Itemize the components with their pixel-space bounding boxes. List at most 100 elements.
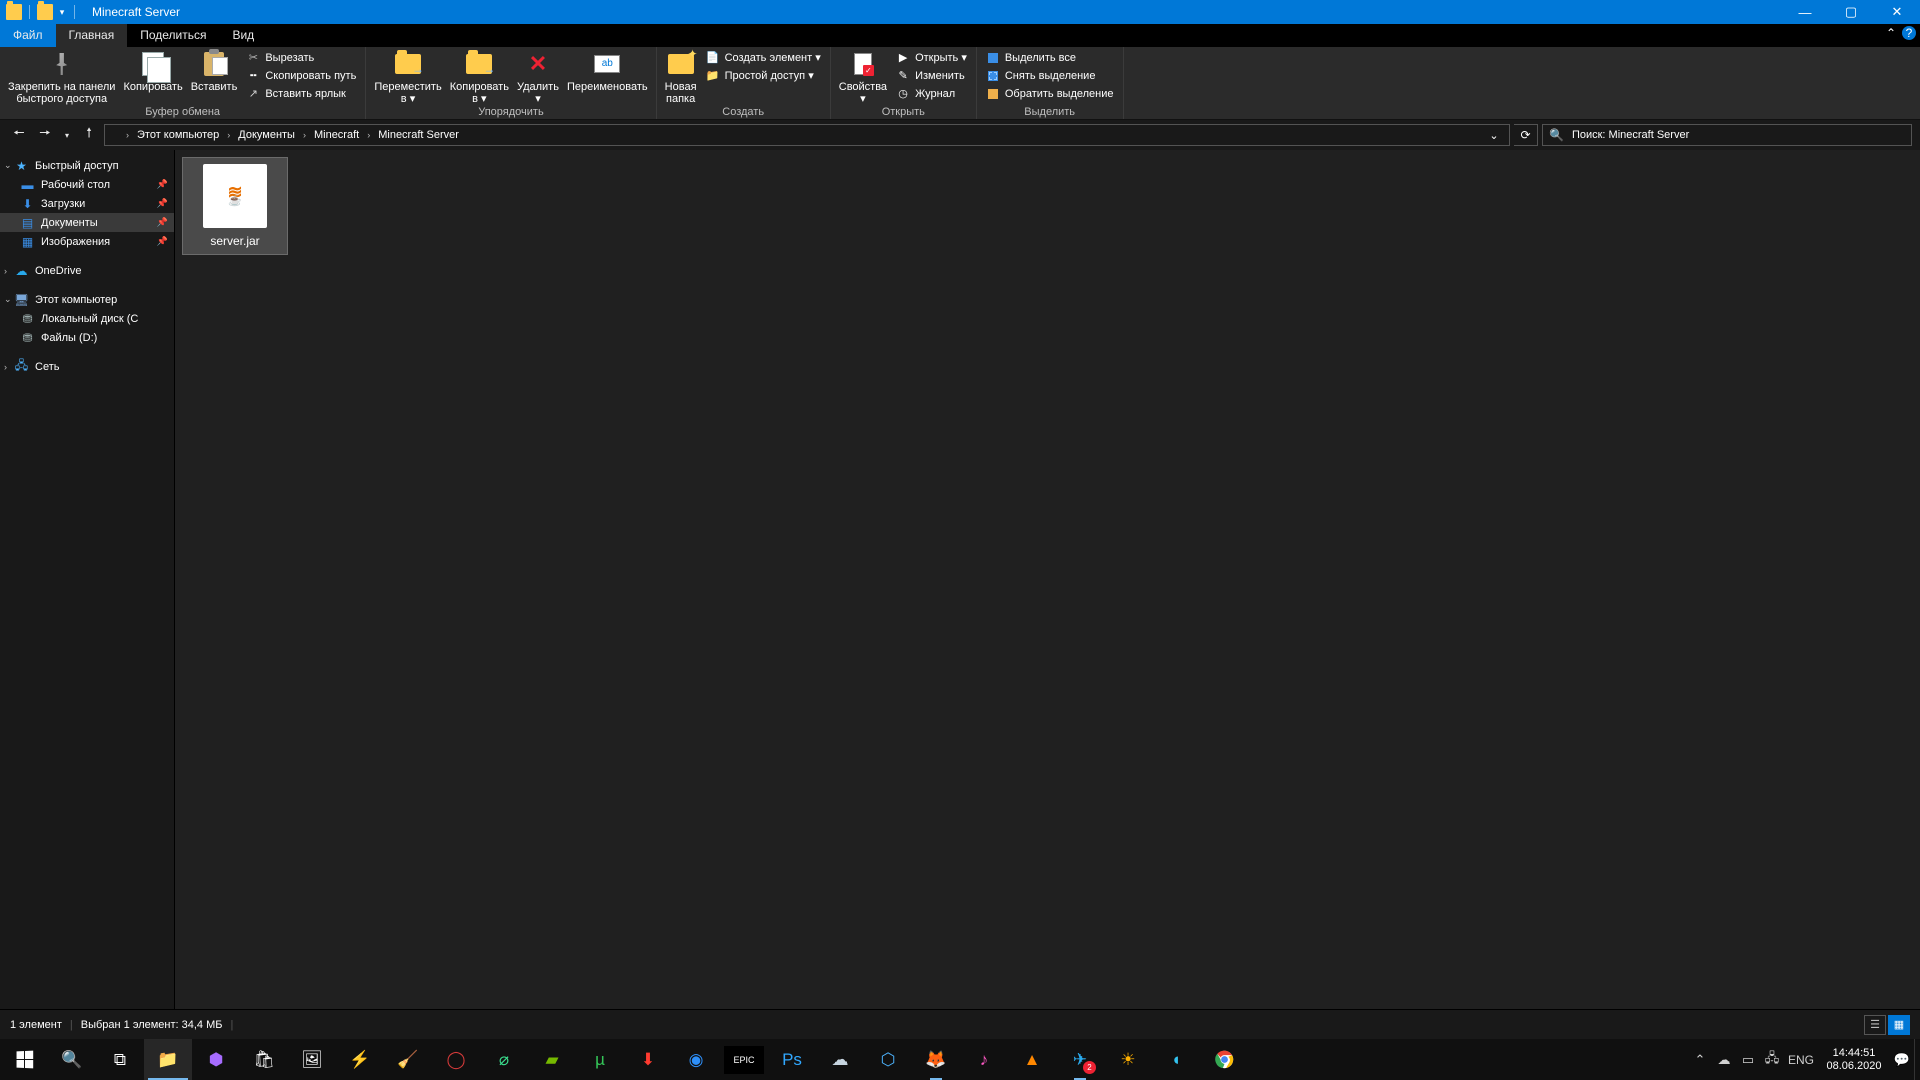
taskbar-app[interactable]: µ xyxy=(576,1039,624,1080)
newfolder-button[interactable]: Новая папка xyxy=(661,48,701,105)
selectnone-button[interactable]: Снять выделение xyxy=(981,67,1119,84)
breadcrumb-segment[interactable]: Этот компьютер xyxy=(132,125,224,145)
ribbon-collapse-icon[interactable]: ⌃ xyxy=(1886,26,1896,40)
copyto-button[interactable]: Копировать в ▾ xyxy=(446,48,513,105)
pastelink-button[interactable]: ↗Вставить ярлык xyxy=(241,85,361,102)
view-details-button[interactable]: ☰ xyxy=(1864,1015,1886,1035)
open-button[interactable]: ▶Открыть ▾ xyxy=(891,49,972,66)
taskbar-app[interactable]: ◉ xyxy=(672,1039,720,1080)
nav-back-button[interactable]: 🠔 xyxy=(8,124,30,146)
nav-recent-button[interactable]: ▾ xyxy=(60,124,74,146)
taskbar-steam[interactable]: ☁ xyxy=(816,1039,864,1080)
tab-file[interactable]: Файл xyxy=(0,24,56,47)
delete-button[interactable]: ✕Удалить ▾ xyxy=(513,48,563,105)
tree-disk-d[interactable]: ⛃Файлы (D:) xyxy=(0,328,174,347)
moveto-button[interactable]: Переместить в ▾ xyxy=(370,48,445,105)
tree-pictures[interactable]: ▦Изображения📌 xyxy=(0,232,174,251)
pin-quickaccess-button[interactable]: Закрепить на панели быстрого доступа xyxy=(4,48,119,105)
taskbar-app[interactable]: 🧹 xyxy=(384,1039,432,1080)
taskbar-app[interactable]: 🛍 xyxy=(240,1039,288,1080)
tree-onedrive[interactable]: ›☁OneDrive xyxy=(0,261,174,280)
invertselect-button[interactable]: Обратить выделение xyxy=(981,85,1119,102)
breadcrumb-bar[interactable]: › Этот компьютер › Документы › Minecraft… xyxy=(104,124,1510,146)
tray-clock[interactable]: 14:44:51 08.06.2020 xyxy=(1818,1047,1890,1073)
file-pane[interactable]: ≋☕ server.jar xyxy=(175,150,1920,1009)
tree-documents[interactable]: ▤Документы📌 xyxy=(0,213,174,232)
tree-downloads[interactable]: ⬇Загрузки📌 xyxy=(0,194,174,213)
breadcrumb-segment[interactable]: Документы xyxy=(233,125,300,145)
expand-icon[interactable]: ⌄ xyxy=(4,160,12,171)
taskbar-app[interactable]: ▰ xyxy=(528,1039,576,1080)
tray-overflow-button[interactable]: ⌃ xyxy=(1688,1039,1712,1080)
nav-up-button[interactable]: 🠕 xyxy=(78,124,100,146)
tree-quickaccess[interactable]: ⌄★Быстрый доступ xyxy=(0,156,174,175)
easyaccess-button[interactable]: 📁Простой доступ ▾ xyxy=(701,67,826,84)
properties-button[interactable]: Свойства ▾ xyxy=(835,48,891,105)
close-button[interactable]: ✕ xyxy=(1874,0,1920,24)
tab-home[interactable]: Главная xyxy=(56,24,128,47)
taskbar-edge[interactable]: ◖ xyxy=(1152,1039,1200,1080)
taskbar-app[interactable]: ⬢ xyxy=(192,1039,240,1080)
taskbar-app[interactable]: 🖼 xyxy=(288,1039,336,1080)
breadcrumb-segment[interactable]: Minecraft xyxy=(309,125,364,145)
selectall-button[interactable]: Выделить все xyxy=(981,49,1119,66)
taskbar-chrome[interactable] xyxy=(1200,1039,1248,1080)
nav-forward-button[interactable]: 🠖 xyxy=(34,124,56,146)
qat-dropdown-icon[interactable]: ▾ xyxy=(57,5,67,19)
expand-icon[interactable]: › xyxy=(4,266,7,276)
tray-battery-icon[interactable]: ▭ xyxy=(1736,1039,1760,1080)
cut-button[interactable]: ✂Вырезать xyxy=(241,49,361,66)
edit-button[interactable]: ✎Изменить xyxy=(891,67,972,84)
refresh-button[interactable]: ⟳ xyxy=(1514,124,1538,146)
view-icons-button[interactable]: ▦ xyxy=(1888,1015,1910,1035)
taskbar-app[interactable]: ⬇ xyxy=(624,1039,672,1080)
breadcrumb-segment[interactable]: Minecraft Server xyxy=(373,125,464,145)
minimize-button[interactable]: — xyxy=(1782,0,1828,24)
expand-icon[interactable]: › xyxy=(4,362,7,372)
tray-notifications-icon[interactable]: 💬 xyxy=(1890,1039,1914,1080)
copy-button[interactable]: Копировать xyxy=(119,48,186,93)
qat-folder-icon[interactable] xyxy=(37,4,53,20)
paste-button[interactable]: Вставить xyxy=(187,48,242,96)
taskbar-app[interactable]: ◯ xyxy=(432,1039,480,1080)
copypath-button[interactable]: ╍Скопировать путь xyxy=(241,67,361,84)
tree-disk-c[interactable]: ⛃Локальный диск (C xyxy=(0,309,174,328)
chevron-right-icon[interactable]: › xyxy=(124,130,131,140)
taskbar-firefox[interactable]: 🦊 xyxy=(912,1039,960,1080)
history-button[interactable]: ◷Журнал xyxy=(891,85,972,102)
tree-network[interactable]: ›🖧Сеть xyxy=(0,357,174,376)
tray-network-icon[interactable]: 🖧 xyxy=(1760,1039,1784,1080)
newitem-button[interactable]: 📄Создать элемент ▾ xyxy=(701,49,826,66)
tray-language[interactable]: ENG xyxy=(1784,1039,1818,1080)
show-desktop-button[interactable] xyxy=(1914,1039,1920,1080)
help-icon[interactable]: ? xyxy=(1902,26,1916,40)
taskbar-app[interactable]: ☀ xyxy=(1104,1039,1152,1080)
tree-desktop[interactable]: ▬Рабочий стол📌 xyxy=(0,175,174,194)
taskbar-app[interactable]: ⚡ xyxy=(336,1039,384,1080)
search-input[interactable]: 🔍 Поиск: Minecraft Server xyxy=(1542,124,1912,146)
taskbar-vlc[interactable]: ▲ xyxy=(1008,1039,1056,1080)
start-button[interactable] xyxy=(0,1039,48,1080)
address-dropdown-icon[interactable]: ⌄ xyxy=(1483,129,1505,142)
taskbar-app[interactable]: ⬡ xyxy=(864,1039,912,1080)
tray-onedrive-icon[interactable]: ☁ xyxy=(1712,1039,1736,1080)
tab-view[interactable]: Вид xyxy=(219,24,267,47)
rename-button[interactable]: Переименовать xyxy=(563,48,652,93)
taskbar-photoshop[interactable]: Ps xyxy=(768,1039,816,1080)
file-item-selected[interactable]: ≋☕ server.jar xyxy=(183,158,287,254)
tree-thispc[interactable]: ⌄🖥Этот компьютер xyxy=(0,290,174,309)
taskbar-itunes[interactable]: ♪ xyxy=(960,1039,1008,1080)
taskbar-app[interactable]: EPIC xyxy=(724,1046,764,1074)
maximize-button[interactable]: ▢ xyxy=(1828,0,1874,24)
taskbar-explorer[interactable]: 📁 xyxy=(144,1039,192,1080)
taskbar-app[interactable]: ⌀ xyxy=(480,1039,528,1080)
expand-icon[interactable]: ⌄ xyxy=(4,294,12,305)
chevron-right-icon[interactable]: › xyxy=(301,130,308,140)
taskbar-telegram[interactable]: ✈2 xyxy=(1056,1039,1104,1080)
chevron-right-icon[interactable]: › xyxy=(225,130,232,140)
search-button[interactable]: 🔍 xyxy=(48,1039,96,1080)
chevron-right-icon[interactable]: › xyxy=(365,130,372,140)
taskview-button[interactable]: ⧉ xyxy=(96,1039,144,1080)
tab-share[interactable]: Поделиться xyxy=(127,24,219,47)
nav-tree[interactable]: ⌄★Быстрый доступ ▬Рабочий стол📌 ⬇Загрузк… xyxy=(0,150,175,1009)
